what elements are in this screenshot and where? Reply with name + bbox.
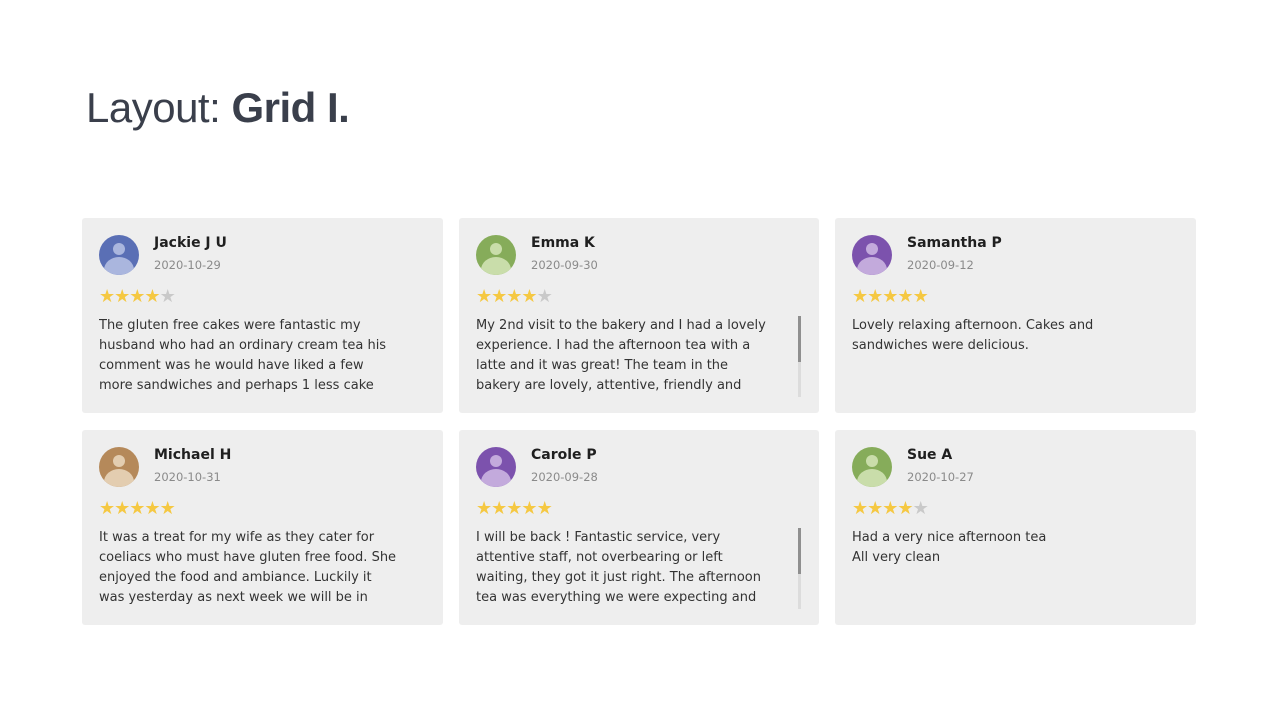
review-date: 2020-10-29: [154, 258, 221, 272]
review-grid: Jackie J U 2020-10-29 ★★★★★ The gluten f…: [82, 218, 1196, 625]
star-filled-icon: ★: [521, 286, 537, 307]
review-card: Emma K 2020-09-30 ★★★★★ My 2nd visit to …: [459, 218, 819, 413]
reviewer-name: Carole P: [531, 447, 597, 463]
avatar-body: [481, 469, 511, 487]
star-empty-icon: ★: [536, 286, 553, 307]
star-filled-icon: ★: [852, 498, 868, 519]
star-filled-icon: ★: [144, 498, 160, 519]
review-card: Jackie J U 2020-10-29 ★★★★★ The gluten f…: [82, 218, 443, 413]
review-card: Carole P 2020-09-28 ★★★★★ I will be back…: [459, 430, 819, 625]
review-text: The gluten free cakes were fantastic my …: [99, 318, 387, 393]
star-rating: ★★★★★: [852, 286, 929, 307]
review-date: 2020-10-27: [907, 470, 974, 484]
star-filled-icon: ★: [521, 498, 537, 519]
avatar-body: [857, 469, 887, 487]
star-filled-icon: ★: [99, 498, 115, 519]
star-rating: ★★★★★: [476, 286, 553, 307]
star-rating: ★★★★★: [99, 286, 176, 307]
avatar-head: [490, 243, 502, 255]
star-filled-icon: ★: [476, 286, 492, 307]
review-date: 2020-09-12: [907, 258, 974, 272]
star-filled-icon: ★: [882, 498, 898, 519]
avatar: [852, 235, 892, 275]
reviewer-name: Sue A: [907, 447, 953, 463]
star-rating: ★★★★★: [476, 498, 553, 519]
star-filled-icon: ★: [144, 286, 160, 307]
avatar-body: [104, 257, 134, 275]
avatar: [852, 447, 892, 487]
star-empty-icon: ★: [159, 286, 176, 307]
review-card: Michael H 2020-10-31 ★★★★★ It was a trea…: [82, 430, 443, 625]
reviewer-name: Samantha P: [907, 235, 1002, 251]
reviewer-name: Michael H: [154, 447, 232, 463]
avatar-body: [104, 469, 134, 487]
review-date: 2020-09-30: [531, 258, 598, 272]
scrollbar-thumb[interactable]: [798, 316, 801, 362]
star-filled-icon: ★: [506, 498, 522, 519]
star-filled-icon: ★: [114, 498, 130, 519]
avatar: [99, 447, 139, 487]
review-date: 2020-09-28: [531, 470, 598, 484]
review-card: Sue A 2020-10-27 ★★★★★ Had a very nice a…: [835, 430, 1196, 625]
avatar-head: [113, 243, 125, 255]
star-filled-icon: ★: [506, 286, 522, 307]
avatar-body: [481, 257, 511, 275]
reviewer-name: Jackie J U: [154, 235, 227, 251]
star-filled-icon: ★: [491, 498, 507, 519]
scrollbar[interactable]: [798, 316, 801, 397]
star-filled-icon: ★: [852, 286, 868, 307]
avatar-head: [113, 455, 125, 467]
star-filled-icon: ★: [912, 286, 929, 307]
page: Layout: Grid I. Jackie J U 2020-10-29 ★★…: [0, 0, 1280, 720]
review-text: My 2nd visit to the bakery and I had a l…: [476, 318, 766, 393]
review-text: I will be back ! Fantastic service, very…: [476, 530, 761, 605]
page-title: Layout: Grid I.: [86, 84, 350, 132]
avatar-head: [866, 455, 878, 467]
review-text: Had a very nice afternoon tea All very c…: [852, 530, 1047, 565]
star-filled-icon: ★: [114, 286, 130, 307]
star-filled-icon: ★: [129, 286, 145, 307]
star-filled-icon: ★: [491, 286, 507, 307]
page-title-bold: Grid I.: [231, 84, 350, 131]
star-filled-icon: ★: [867, 286, 883, 307]
star-empty-icon: ★: [912, 498, 929, 519]
review-date: 2020-10-31: [154, 470, 221, 484]
avatar-body: [857, 257, 887, 275]
star-filled-icon: ★: [99, 286, 115, 307]
avatar: [476, 447, 516, 487]
star-filled-icon: ★: [897, 286, 913, 307]
scrollbar-thumb[interactable]: [798, 528, 801, 574]
review-text: It was a treat for my wife as they cater…: [99, 530, 397, 605]
star-rating: ★★★★★: [99, 498, 176, 519]
avatar-head: [866, 243, 878, 255]
page-title-prefix: Layout:: [86, 84, 232, 131]
star-filled-icon: ★: [476, 498, 492, 519]
star-filled-icon: ★: [882, 286, 898, 307]
star-filled-icon: ★: [159, 498, 176, 519]
review-card: Samantha P 2020-09-12 ★★★★★ Lovely relax…: [835, 218, 1196, 413]
star-filled-icon: ★: [867, 498, 883, 519]
avatar: [99, 235, 139, 275]
star-rating: ★★★★★: [852, 498, 929, 519]
review-text: Lovely relaxing afternoon. Cakes and san…: [852, 318, 1094, 353]
scrollbar[interactable]: [798, 528, 801, 609]
reviewer-name: Emma K: [531, 235, 595, 251]
star-filled-icon: ★: [536, 498, 553, 519]
avatar-head: [490, 455, 502, 467]
avatar: [476, 235, 516, 275]
star-filled-icon: ★: [129, 498, 145, 519]
star-filled-icon: ★: [897, 498, 913, 519]
